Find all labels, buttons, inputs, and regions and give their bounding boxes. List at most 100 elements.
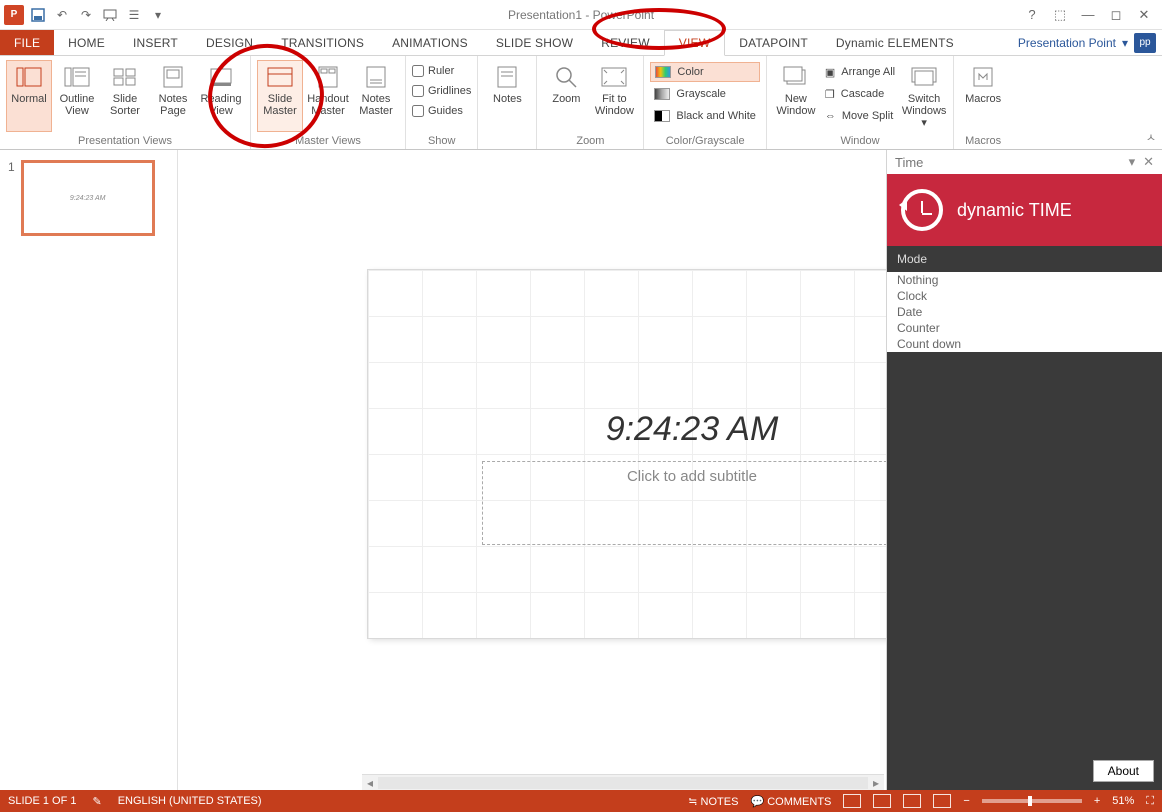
tab-animations[interactable]: ANIMATIONS — [378, 30, 482, 55]
group-label: Master Views — [257, 133, 399, 147]
group-window: New Window ▣Arrange All ❐Cascade ⇔Move S… — [767, 56, 954, 149]
mode-list[interactable]: Nothing Clock Date Counter Count down — [887, 272, 1162, 352]
taskpane-header: Time ▾✕ — [887, 150, 1162, 174]
new-window-button[interactable]: New Window — [773, 60, 819, 132]
restore-icon[interactable]: ◻ — [1104, 5, 1128, 25]
tab-home[interactable]: HOME — [54, 30, 119, 55]
slideshow-view-icon[interactable] — [933, 794, 951, 808]
taskpane-menu-icon[interactable]: ▾ — [1129, 154, 1136, 170]
tab-file[interactable]: FILE — [0, 30, 54, 55]
qat-touch-icon[interactable]: ☰ — [124, 5, 144, 25]
language-status[interactable]: ENGLISH (UNITED STATES) — [118, 795, 262, 807]
zoom-slider[interactable] — [982, 799, 1082, 803]
black-white-option[interactable]: Black and White — [650, 106, 759, 126]
slide-master-button[interactable]: Slide Master — [257, 60, 303, 132]
macros-button[interactable]: Macros — [960, 60, 1006, 132]
mode-option-counter[interactable]: Counter — [887, 320, 1162, 336]
taskpane-close-icon[interactable]: ✕ — [1143, 154, 1154, 170]
scroll-left-icon[interactable]: ◂ — [362, 776, 378, 790]
move-split-button[interactable]: ⇔Move Split — [821, 106, 899, 126]
minimize-icon[interactable]: — — [1076, 5, 1100, 25]
outline-view-button[interactable]: Outline View — [54, 60, 100, 132]
group-zoom: Zoom Fit to Window Zoom — [537, 56, 644, 149]
zoom-out-icon[interactable]: − — [963, 795, 969, 807]
thumbnail-number: 1 — [8, 160, 15, 236]
qat-customize-icon[interactable]: ▾ — [148, 5, 168, 25]
collapse-ribbon-icon[interactable]: ㅅ — [1146, 129, 1156, 145]
group-label: Presentation Views — [6, 133, 244, 147]
fit-to-window-button[interactable]: Fit to Window — [591, 60, 637, 132]
slide-thumbnail-1[interactable]: 9:24:23 AM — [21, 160, 155, 236]
handout-master-button[interactable]: Handout Master — [305, 60, 351, 132]
ribbon: Normal Outline View Slide Sorter Notes P… — [0, 56, 1162, 150]
notes-page-button[interactable]: Notes Page — [150, 60, 196, 132]
zoom-percent[interactable]: 51% — [1112, 795, 1134, 807]
comments-toggle[interactable]: 💬 COMMENTS — [750, 795, 831, 808]
close-icon[interactable]: ✕ — [1132, 5, 1156, 25]
tab-dynamic-elements[interactable]: Dynamic ELEMENTS — [822, 30, 968, 55]
window-title: Presentation1 - PowerPoint — [508, 8, 654, 22]
time-task-pane: Time ▾✕ dynamic TIME Mode Nothing Clock … — [886, 150, 1162, 790]
slide-title-text[interactable]: 9:24:23 AM — [606, 410, 779, 449]
mode-option-countdown[interactable]: Count down — [887, 336, 1162, 352]
qat-redo-icon[interactable]: ↷ — [76, 5, 96, 25]
tab-view[interactable]: VIEW — [664, 30, 725, 56]
tab-insert[interactable]: INSERT — [119, 30, 192, 55]
cascade-button[interactable]: ❐Cascade — [821, 84, 899, 104]
fit-slide-icon[interactable]: ⛶ — [1146, 795, 1154, 808]
group-master-views: Slide Master Handout Master Notes Master… — [251, 56, 406, 149]
reading-view-icon[interactable] — [903, 794, 921, 808]
tab-design[interactable]: DESIGN — [192, 30, 267, 55]
spellcheck-icon[interactable]: ✎ — [92, 795, 101, 808]
about-button[interactable]: About — [1093, 760, 1154, 782]
banner-text: dynamic TIME — [957, 200, 1072, 221]
status-bar: SLIDE 1 OF 1 ✎ ENGLISH (UNITED STATES) ≒… — [0, 790, 1162, 812]
tab-review[interactable]: REVIEW — [587, 30, 664, 55]
reading-view-button[interactable]: Reading View — [198, 60, 244, 132]
horizontal-scrollbar[interactable]: ◂ ▸ — [362, 774, 884, 790]
group-show: Ruler Gridlines Guides Show — [406, 56, 478, 149]
notes-toggle[interactable]: ≒ NOTES — [688, 795, 738, 808]
qat-undo-icon[interactable]: ↶ — [52, 5, 72, 25]
notes-master-button[interactable]: Notes Master — [353, 60, 399, 132]
normal-view-button[interactable]: Normal — [6, 60, 52, 132]
slide-sorter-button[interactable]: Slide Sorter — [102, 60, 148, 132]
help-icon[interactable]: ? — [1020, 5, 1044, 25]
taskpane-banner: dynamic TIME — [887, 174, 1162, 246]
ribbon-display-options-icon[interactable]: ⬚ — [1048, 5, 1072, 25]
group-color-grayscale: Color Grayscale Black and White Color/Gr… — [644, 56, 766, 149]
mode-option-date[interactable]: Date — [887, 304, 1162, 320]
tab-datapoint[interactable]: DATAPOINT — [725, 30, 822, 55]
notes-button[interactable]: Notes — [484, 60, 530, 132]
group-label: Macros — [960, 133, 1006, 147]
qat-slideshow-icon[interactable] — [100, 5, 120, 25]
slide-canvas[interactable]: 9:24:23 AM Click to add subtitle — [368, 270, 886, 638]
ruler-checkbox[interactable]: Ruler — [412, 62, 471, 80]
arrange-icon: ▣ — [825, 66, 835, 79]
tab-slideshow[interactable]: SLIDE SHOW — [482, 30, 587, 55]
tab-transitions[interactable]: TRANSITIONS — [267, 30, 378, 55]
color-option[interactable]: Color — [650, 62, 759, 82]
slide-edit-area: 9:24:23 AM Click to add subtitle ◂ ▸ — [178, 150, 886, 790]
gridlines-checkbox[interactable]: Gridlines — [412, 82, 471, 100]
group-macros: Macros Macros — [954, 56, 1012, 149]
normal-view-icon[interactable] — [843, 794, 861, 808]
scroll-right-icon[interactable]: ▸ — [868, 776, 884, 790]
subtitle-placeholder[interactable]: Click to add subtitle — [482, 461, 886, 545]
guides-checkbox[interactable]: Guides — [412, 102, 471, 120]
workspace: 1 9:24:23 AM 9:24:23 AM Click to add sub… — [0, 150, 1162, 790]
switch-windows-button[interactable]: Switch Windows ▾ — [901, 60, 947, 132]
zoom-button[interactable]: Zoom — [543, 60, 589, 132]
mode-option-clock[interactable]: Clock — [887, 288, 1162, 304]
sorter-view-icon[interactable] — [873, 794, 891, 808]
slide-count[interactable]: SLIDE 1 OF 1 — [8, 795, 76, 807]
mode-option-nothing[interactable]: Nothing — [887, 272, 1162, 288]
account-badge[interactable]: pp — [1134, 33, 1156, 53]
app-icon: P — [4, 5, 24, 25]
qat-save-icon[interactable] — [28, 5, 48, 25]
arrange-all-button[interactable]: ▣Arrange All — [821, 62, 899, 82]
zoom-in-icon[interactable]: + — [1094, 795, 1100, 807]
presentation-point-label[interactable]: Presentation Point — [1018, 36, 1116, 50]
grayscale-option[interactable]: Grayscale — [650, 84, 759, 104]
group-label: Show — [412, 133, 471, 147]
